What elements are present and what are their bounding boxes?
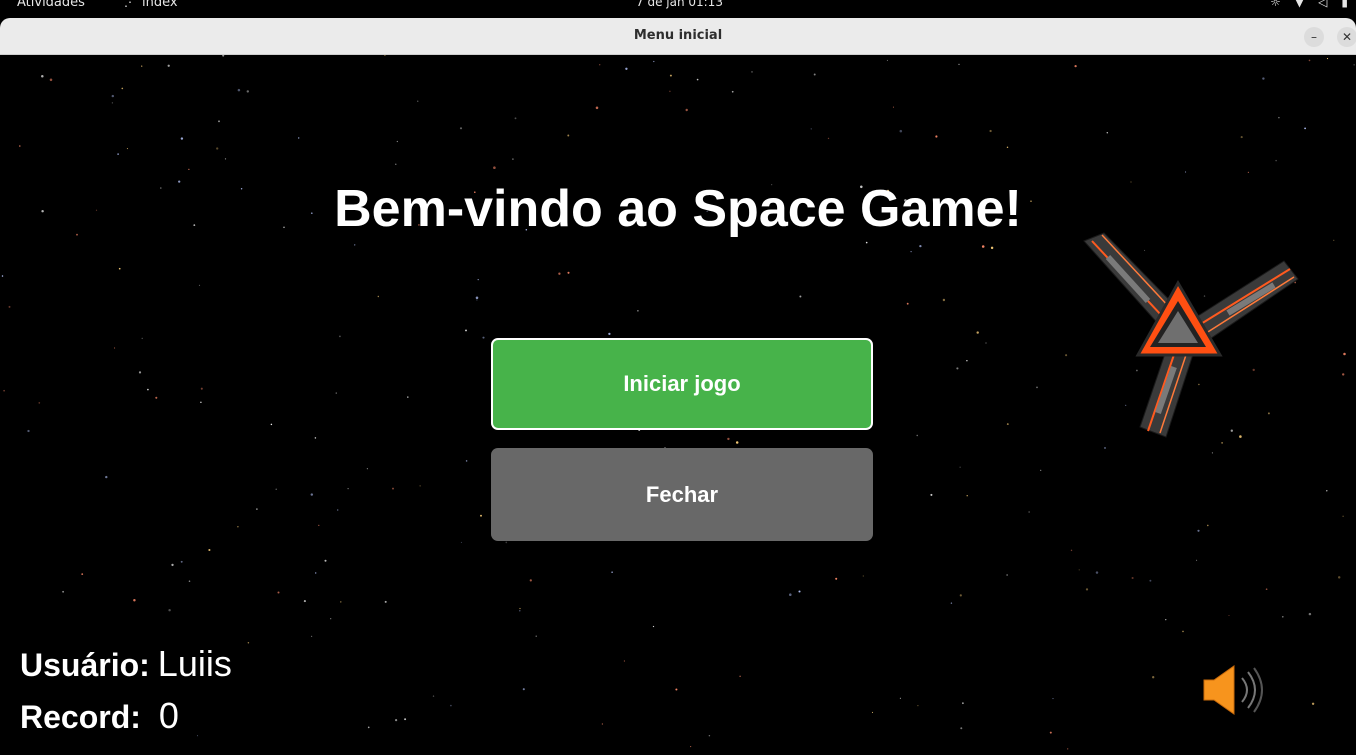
start-game-button[interactable]: Iniciar jogo: [491, 338, 873, 430]
app-menu[interactable]: ⋰ index: [124, 0, 178, 10]
window-close-button[interactable]: ✕: [1337, 27, 1356, 47]
minimize-button[interactable]: –: [1304, 27, 1324, 47]
user-label: Usuário:: [20, 647, 150, 683]
record-label: Record:: [20, 699, 141, 735]
window-title: Menu inicial: [633, 28, 723, 43]
spaceship-sprite: [1083, 232, 1299, 438]
network-icon: ⋰: [124, 0, 136, 9]
battery-icon: ▮: [1341, 0, 1348, 9]
volume-icon: ◁: [1318, 0, 1328, 9]
brightness-icon: ☼: [1270, 0, 1281, 9]
record-value: 0: [158, 695, 179, 736]
record-info: Record: 0: [20, 695, 179, 737]
system-tray[interactable]: ☼ ▼ ◁ ▮: [1270, 0, 1348, 9]
close-game-button[interactable]: Fechar: [491, 448, 873, 541]
user-value: Luiis: [157, 643, 232, 684]
window-title-bar[interactable]: Menu inicial – ✕: [0, 18, 1356, 55]
speaker-icon[interactable]: [1200, 662, 1266, 718]
clock[interactable]: 7 de jan 01:13: [636, 0, 723, 9]
activities-button[interactable]: Atividades: [17, 0, 85, 10]
user-info: Usuário: Luiis: [20, 643, 232, 685]
system-top-bar: Atividades ⋰ index 7 de jan 01:13 ☼ ▼ ◁ ▮: [0, 0, 1356, 12]
wifi-icon: ▼: [1294, 0, 1305, 9]
game-canvas: Bem-vindo ao Space Game! Iniciar jogo Fe…: [0, 55, 1356, 755]
app-name: index: [142, 0, 178, 10]
